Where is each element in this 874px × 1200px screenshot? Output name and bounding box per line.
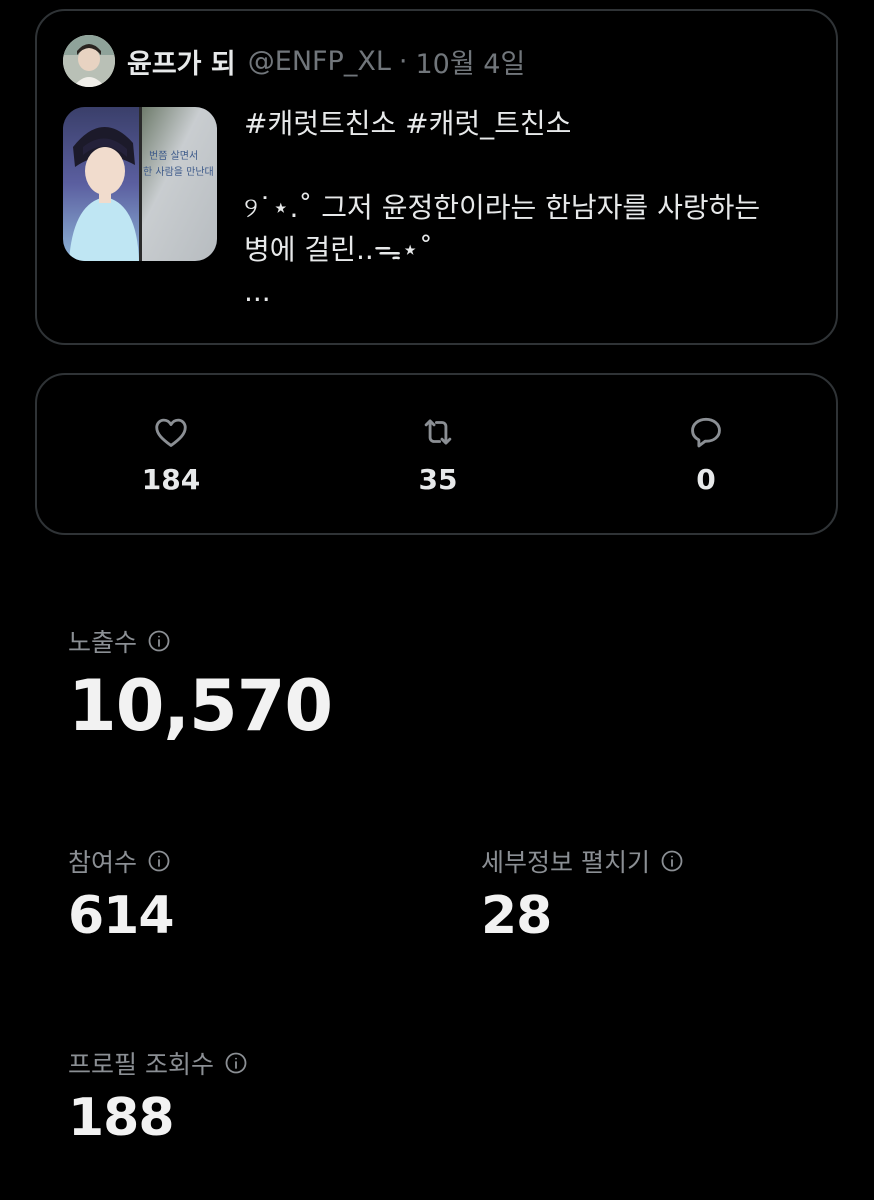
- thumbnail-caption-2: 한 사람을 만난대: [143, 165, 214, 178]
- post-text-line: ୨˙⋆.˚ 그저 윤정한이라는 한남자를 사랑하는: [244, 191, 761, 224]
- info-icon[interactable]: [147, 629, 171, 653]
- heart-icon: [155, 418, 187, 447]
- separator-dot: ·: [398, 45, 408, 77]
- author-avatar[interactable]: [63, 35, 115, 87]
- detail-expands-label: 세부정보 펼치기: [481, 848, 650, 877]
- thumbnail-caption-1: 번쯤 살면서: [149, 150, 198, 162]
- post-text-line: [244, 145, 814, 187]
- post-text[interactable]: #캐럿트친소 #캐럿_트친소 ୨˙⋆.˚ 그저 윤정한이라는 한남자를 사랑하는…: [244, 103, 814, 313]
- profile-visits-value: 188: [68, 1088, 175, 1148]
- engagements-metric: 참여수 614: [68, 843, 175, 949]
- info-icon[interactable]: [224, 1051, 248, 1075]
- detail-expands-value: 28: [481, 886, 552, 946]
- post-text-line: #캐럿트친소 #캐럿_트친소: [244, 107, 572, 140]
- likes-count: 184: [141, 463, 201, 496]
- profile-visits-metric: 프로필 조회수 188: [68, 1045, 248, 1151]
- likes-stat[interactable]: 184: [101, 413, 241, 497]
- engagements-label: 참여수: [68, 848, 138, 877]
- info-icon[interactable]: [660, 849, 684, 873]
- replies-count: 0: [696, 463, 716, 496]
- post-media-thumbnail[interactable]: 번쯤 살면서 한 사람을 만난대: [63, 107, 217, 261]
- impressions-value: 10,570: [68, 665, 333, 747]
- info-icon[interactable]: [147, 849, 171, 873]
- author-name[interactable]: 윤프가 되: [127, 42, 236, 81]
- post-text-line: 병에 걸린..ᯓ⋆˚: [244, 233, 433, 266]
- author-handle[interactable]: @ENFP_XL: [248, 46, 391, 77]
- reply-icon: [691, 417, 721, 448]
- quoted-post-card[interactable]: 윤프가 되 @ENFP_XL · 10월 4일 번쯤 살면서 한 사람을 만난대…: [35, 9, 838, 345]
- impressions-metric: 노출수 10,570: [68, 623, 333, 751]
- reposts-stat[interactable]: 35: [368, 413, 508, 497]
- impressions-label: 노출수: [68, 628, 138, 657]
- engagement-summary-card: 184 35 0: [35, 373, 838, 535]
- detail-expands-metric: 세부정보 펼치기 28: [481, 843, 684, 949]
- engagements-value: 614: [68, 886, 175, 946]
- repost-icon: [424, 419, 452, 445]
- replies-stat[interactable]: 0: [636, 413, 776, 497]
- post-header: 윤프가 되 @ENFP_XL · 10월 4일: [63, 35, 525, 87]
- reposts-count: 35: [418, 463, 458, 496]
- profile-visits-label: 프로필 조회수: [68, 1050, 214, 1079]
- post-text-ellipsis: ...: [244, 275, 271, 308]
- post-date[interactable]: 10월 4일: [415, 42, 525, 81]
